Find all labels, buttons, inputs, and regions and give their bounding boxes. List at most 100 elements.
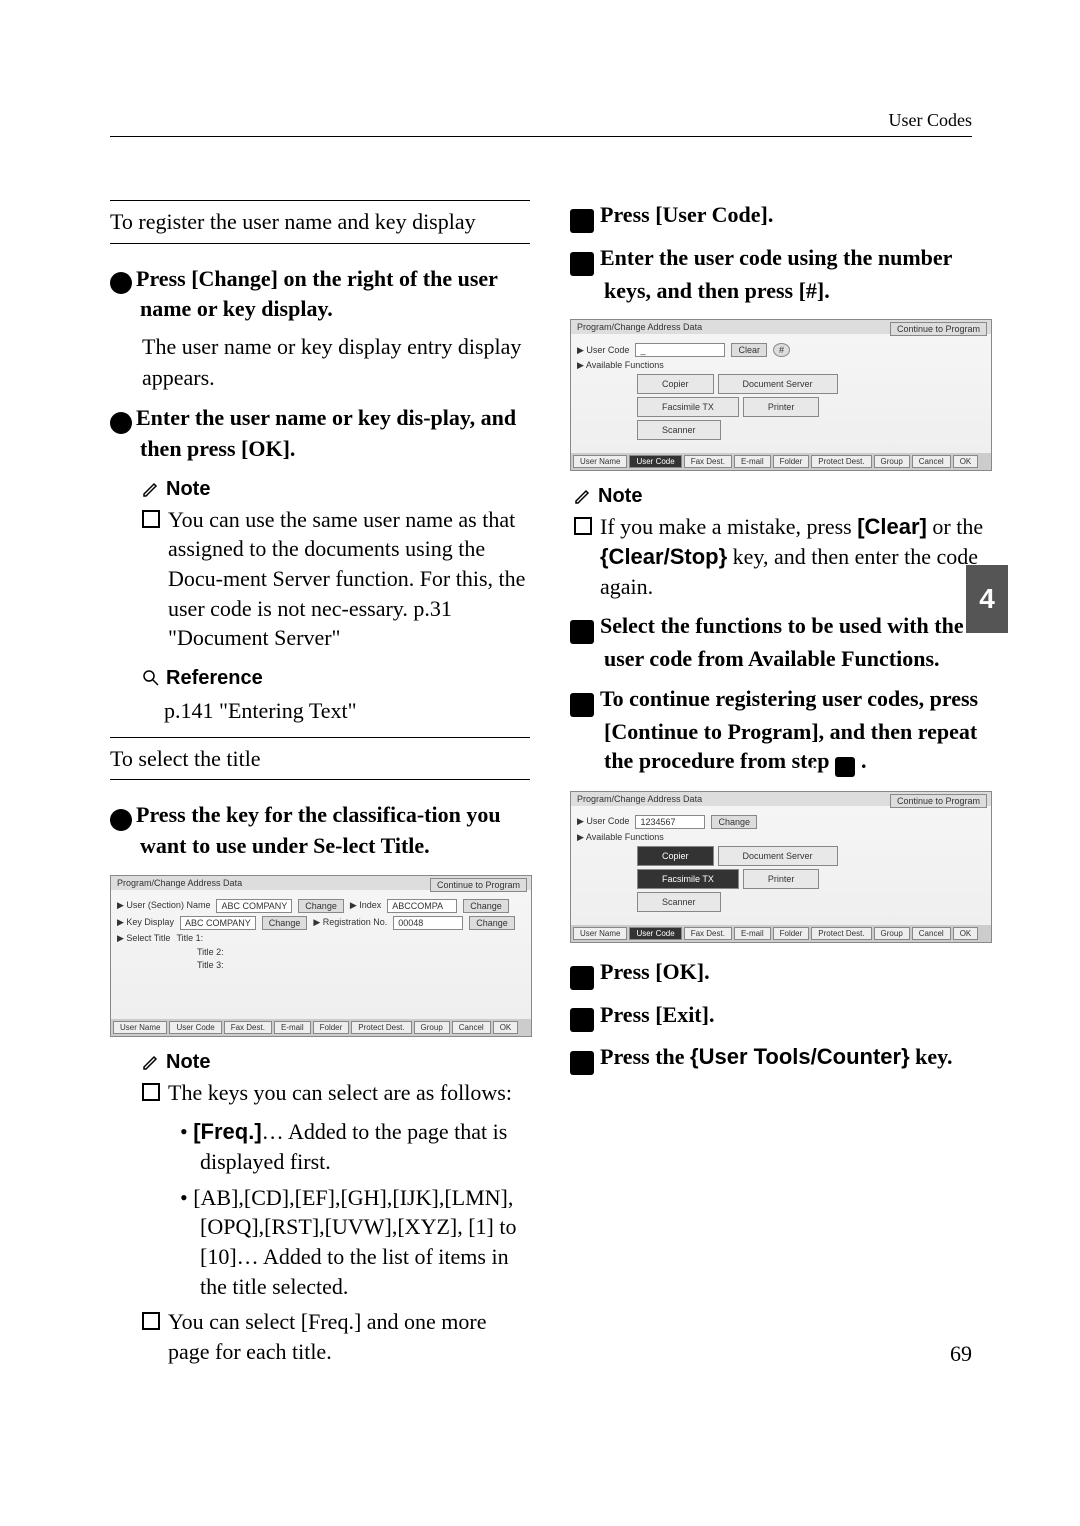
scr1-tab-5[interactable]: Protect Dest. (351, 1021, 411, 1034)
scr1-change-btn-2b[interactable]: Change (469, 916, 515, 930)
scr1-tab-3[interactable]: E-mail (274, 1021, 311, 1034)
scr1-tabs: User Name User Code Fax Dest. E-mail Fol… (111, 1019, 531, 1036)
scr2-func-0[interactable]: Copier (637, 374, 714, 394)
scr2-continue[interactable]: Continue to Program (890, 322, 987, 336)
scr1-user-name-field[interactable]: ABC COMPANY (216, 899, 292, 913)
scr2-tab-8[interactable]: OK (953, 455, 979, 468)
section-title-select-title: To select the title (110, 737, 530, 781)
scr2-tab-2[interactable]: Fax Dest. (684, 455, 732, 468)
scr2-tab-5[interactable]: Protect Dest. (811, 455, 871, 468)
two-column-body: To register the user name and key displa… (110, 190, 990, 1377)
scr2-tab-6[interactable]: Group (874, 455, 910, 468)
scr1-user-name-lbl: ▶ User (Section) Name (117, 900, 210, 911)
scr3-func-0[interactable]: Copier (637, 846, 714, 866)
scr3-tab-7[interactable]: Cancel (912, 927, 951, 940)
note-2a: The keys you can select are as follows: (142, 1078, 530, 1108)
note-bullet-icon (142, 1312, 160, 1330)
scr3-change-btn[interactable]: Change (711, 815, 757, 829)
screenshot-continue: Program/Change Address Data Continue to … (570, 791, 992, 943)
scr3-func-3[interactable]: Printer (743, 869, 820, 889)
scr1-regnum-lbl: ▶ Registration No. (313, 917, 387, 928)
scr3-tabs: User Name User Code Fax Dest. E-mail Fol… (571, 925, 991, 942)
note-right: If you make a mistake, press [Clear] or … (574, 512, 990, 601)
scr2-hash-btn[interactable]: # (773, 343, 790, 357)
pencil-icon (142, 480, 160, 498)
step-2-marker: B (110, 412, 132, 434)
scr1-select-title-lbl: ▶ Select Title (117, 933, 170, 944)
header-rule (110, 136, 972, 137)
scr3-tab-4[interactable]: Folder (773, 927, 810, 940)
scr2-clear-btn[interactable]: Clear (731, 343, 767, 357)
scr2-ucode-lbl: ▶ User Code (577, 345, 629, 356)
scr1-continue[interactable]: Continue to Program (430, 878, 527, 892)
note-bullet-icon (574, 517, 592, 535)
right-column: 7Press [User Code]. 8Enter the user code… (570, 190, 990, 1377)
scr3-func-4[interactable]: Scanner (637, 892, 721, 912)
scr2-tab-0[interactable]: User Name (573, 455, 627, 468)
scr1-tab-7[interactable]: Cancel (452, 1021, 491, 1034)
step-10: 10To continue registering user codes, pr… (570, 684, 990, 777)
step-1-text: Press [Change] on the right of the user … (136, 266, 498, 321)
note-bullet-icon (142, 1083, 160, 1101)
step-2: BEnter the user name or key dis-play, an… (110, 403, 530, 463)
scr2-func-3[interactable]: Printer (743, 397, 820, 417)
scr3-tab-2[interactable]: Fax Dest. (684, 927, 732, 940)
scr1-tab-1[interactable]: User Code (169, 1021, 221, 1034)
page-number: 69 (950, 1341, 972, 1367)
step-2-text: Enter the user name or key dis-play, and… (136, 405, 516, 460)
scr1-regnum-field[interactable]: 00048 (393, 916, 463, 930)
scr1-change-btn-1[interactable]: Change (298, 899, 344, 913)
sub-bullet-freq: • [Freq.]… Added to the page that is dis… (180, 1117, 530, 1176)
scr3-ucode-field[interactable]: 1234567 (635, 815, 705, 829)
scr2-avail-lbl: ▶ Available Functions (577, 360, 664, 371)
step-10-marker: 10 (570, 693, 594, 717)
scr1-t2: Title 2: (197, 947, 224, 957)
scr3-tab-8[interactable]: OK (953, 927, 979, 940)
step-ref-6: 6 (835, 757, 855, 777)
scr3-continue[interactable]: Continue to Program (890, 794, 987, 808)
scr3-tab-3[interactable]: E-mail (734, 927, 771, 940)
scr1-tab-6[interactable]: Group (414, 1021, 450, 1034)
note-heading-2: Note (142, 1051, 530, 1074)
scr2-tab-7[interactable]: Cancel (912, 455, 951, 468)
scr2-tab-1[interactable]: User Code (629, 455, 681, 468)
scr3-avail-lbl: ▶ Available Functions (577, 832, 664, 843)
pencil-icon (142, 1053, 160, 1071)
scr2-tab-4[interactable]: Folder (773, 455, 810, 468)
step-1-body: The user name or key display entry displ… (142, 332, 530, 394)
reference-text: p.141 "Entering Text" (164, 696, 530, 727)
scr3-tab-5[interactable]: Protect Dest. (811, 927, 871, 940)
scr2-func-4[interactable]: Scanner (637, 420, 721, 440)
step-3: APress the key for the classifica-tion y… (110, 800, 530, 860)
scr1-tab-8[interactable]: OK (493, 1021, 519, 1034)
step-8-marker: 8 (570, 252, 594, 276)
note-1: You can use the same user name as that a… (142, 505, 530, 653)
scr1-change-btn-2[interactable]: Change (262, 916, 308, 930)
scr2-func-2[interactable]: Facsimile TX (637, 397, 739, 417)
scr1-index-field[interactable]: ABCCOMPA (387, 899, 457, 913)
scr1-change-btn-1b[interactable]: Change (463, 899, 509, 913)
scr3-func-1[interactable]: Document Server (718, 846, 838, 866)
scr1-t1: Title 1: (176, 933, 203, 943)
step-7-marker: 7 (570, 209, 594, 233)
scr3-tab-0[interactable]: User Name (573, 927, 627, 940)
step-9-marker: 9 (570, 620, 594, 644)
scr3-tab-6[interactable]: Group (874, 927, 910, 940)
scr3-tab-1[interactable]: User Code (629, 927, 681, 940)
sub-bullet-letters: • [AB],[CD],[EF],[GH],[IJK],[LMN],[OPQ],… (180, 1183, 530, 1302)
step-8: 8Enter the user code using the number ke… (570, 243, 990, 305)
step-12-marker: 12 (570, 1008, 594, 1032)
scr1-tab-4[interactable]: Folder (313, 1021, 350, 1034)
scr2-tabs: User Name User Code Fax Dest. E-mail Fol… (571, 453, 991, 470)
scr2-func-1[interactable]: Document Server (718, 374, 838, 394)
section-title-register: To register the user name and key displa… (110, 200, 530, 244)
scr1-keydisp-field[interactable]: ABC COMPANY (180, 916, 256, 930)
scr3-ucode-lbl: ▶ User Code (577, 816, 629, 827)
step-11-marker: 11 (570, 966, 594, 990)
scr3-func-2[interactable]: Facsimile TX (637, 869, 739, 889)
screenshot-select-title: Program/Change Address Data Continue to … (110, 875, 532, 1037)
scr2-ucode-field[interactable]: _ (635, 343, 725, 357)
scr1-tab-2[interactable]: Fax Dest. (224, 1021, 272, 1034)
scr2-tab-3[interactable]: E-mail (734, 455, 771, 468)
scr1-tab-0[interactable]: User Name (113, 1021, 167, 1034)
